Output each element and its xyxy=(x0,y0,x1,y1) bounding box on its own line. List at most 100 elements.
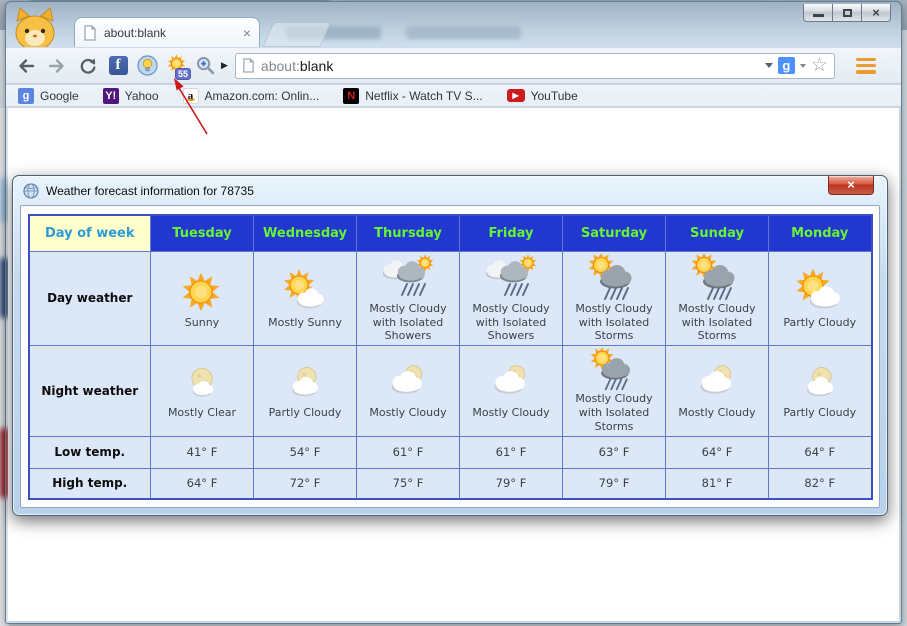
bookmark-label: Amazon.com: Onlin... xyxy=(205,89,320,103)
zoom-extension-button[interactable] xyxy=(194,55,216,77)
minimize-button[interactable] xyxy=(803,4,833,22)
forward-arrow-icon xyxy=(47,56,67,76)
high-temp-cell-sunday: 81° F xyxy=(666,468,769,499)
sunny-icon xyxy=(174,268,230,316)
dialog-body: Day of weekTuesdayWednesdayThursdayFrida… xyxy=(20,205,880,508)
night-weather-text: Mostly Clear xyxy=(153,406,251,420)
browser-toolbar: f 55 ▶ xyxy=(6,47,901,84)
mostly-cloudy-night-icon xyxy=(485,362,537,406)
tab-about-blank[interactable]: about:blank × xyxy=(74,17,260,47)
bookmark-google[interactable]: g Google xyxy=(18,88,79,104)
hamburger-bar xyxy=(856,58,876,62)
high-temp-cell-wednesday: 72° F xyxy=(254,468,357,499)
hamburger-bar xyxy=(856,64,876,68)
url-rest: blank xyxy=(300,58,333,74)
back-button[interactable] xyxy=(14,54,38,78)
day-header-monday: Monday xyxy=(769,215,872,251)
row-label-night-weather: Night weather xyxy=(29,345,151,436)
day-weather-text: Mostly Cloudy with Isolated Storms xyxy=(565,302,663,343)
day-weather-cell-friday: Mostly Cloudy with Isolated Showers xyxy=(460,251,563,345)
day-weather-text: Mostly Cloudy with Isolated Storms xyxy=(668,302,766,343)
dialog-title: Weather forecast information for 78735 xyxy=(46,184,254,198)
theme-cat-icon xyxy=(13,7,57,47)
day-weather-text: Mostly Cloudy with Isolated Showers xyxy=(359,302,457,343)
low-temp-cell-friday: 61° F xyxy=(460,436,563,468)
day-header-tuesday: Tuesday xyxy=(151,215,254,251)
night-weather-text: Mostly Cloudy xyxy=(668,406,766,420)
search-engine-dropdown-icon[interactable] xyxy=(800,64,806,68)
facebook-extension-button[interactable]: f xyxy=(107,55,129,77)
bookmark-label: Google xyxy=(40,89,79,103)
reload-icon xyxy=(78,56,98,76)
night-weather-text: Partly Cloudy xyxy=(771,406,869,420)
dialog-close-button[interactable]: × xyxy=(828,176,874,195)
forward-button[interactable] xyxy=(45,54,69,78)
new-tab-button[interactable] xyxy=(262,22,331,47)
hamburger-bar xyxy=(856,70,876,74)
tab-strip: about:blank × × xyxy=(6,2,901,47)
night-weather-cell-saturday: Mostly Cloudy with Isolated Storms xyxy=(563,345,666,436)
window-controls: × xyxy=(804,4,891,22)
dialog-titlebar[interactable]: Weather forecast information for 78735 xyxy=(13,176,887,205)
day-weather-text: Mostly Sunny xyxy=(256,316,354,330)
day-weather-cell-wednesday: Mostly Sunny xyxy=(254,251,357,345)
partly-cloudy-night-icon xyxy=(794,362,846,406)
yahoo-favicon-icon: Y! xyxy=(103,88,119,104)
night-weather-cell-friday: Mostly Cloudy xyxy=(460,345,563,436)
lightbulb-extension-button[interactable] xyxy=(136,55,158,77)
day-weather-cell-tuesday: Sunny xyxy=(151,251,254,345)
low-temp-cell-tuesday: 41° F xyxy=(151,436,254,468)
high-temp-cell-friday: 79° F xyxy=(460,468,563,499)
google-search-icon[interactable]: g xyxy=(778,57,795,74)
lightbulb-icon xyxy=(137,55,158,76)
day-weather-cell-thursday: Mostly Cloudy with Isolated Showers xyxy=(357,251,460,345)
high-temp-cell-tuesday: 64° F xyxy=(151,468,254,499)
temperature-badge: 55 xyxy=(175,68,191,80)
night-weather-cell-monday: Partly Cloudy xyxy=(769,345,872,436)
bookmark-yahoo[interactable]: Y!Yahoo xyxy=(103,88,159,104)
mostly-cloudy-night-icon xyxy=(382,362,434,406)
low-temp-cell-monday: 64° F xyxy=(769,436,872,468)
tab-close-icon[interactable]: × xyxy=(243,27,251,39)
night-weather-text: Mostly Cloudy xyxy=(462,406,560,420)
menu-hamburger-button[interactable] xyxy=(852,56,880,76)
page-icon xyxy=(242,58,255,73)
desktop-screen: about:blank × × xyxy=(0,0,907,626)
overflow-arrow-icon[interactable]: ▶ xyxy=(221,60,228,71)
day-header-saturday: Saturday xyxy=(563,215,666,251)
autofill-dropdown-icon[interactable] xyxy=(765,63,773,68)
url-scheme: about: xyxy=(261,58,300,74)
weather-extension-button[interactable]: 55 xyxy=(165,55,187,77)
address-bar[interactable]: about:blank g ☆ xyxy=(235,53,835,79)
page-icon xyxy=(83,25,97,41)
maximize-button[interactable] xyxy=(832,4,862,22)
showers-icon xyxy=(380,254,436,302)
amazon-favicon-icon: a xyxy=(183,88,199,104)
night-weather-text: Partly Cloudy xyxy=(256,406,354,420)
google-favicon-icon: g xyxy=(18,88,34,104)
low-temp-cell-wednesday: 54° F xyxy=(254,436,357,468)
url-text: about:blank xyxy=(261,58,333,74)
low-temp-cell-thursday: 61° F xyxy=(357,436,460,468)
storms-icon xyxy=(586,254,642,302)
mostly-cloudy-night-icon xyxy=(691,362,743,406)
globe-icon xyxy=(23,183,39,199)
bookmark-netflix[interactable]: NNetflix - Watch TV S... xyxy=(343,88,482,104)
mostly-sunny-icon xyxy=(277,268,333,316)
reload-button[interactable] xyxy=(76,54,100,78)
bookmark-amazon[interactable]: a Amazon.com: Onlin... xyxy=(183,88,320,104)
day-weather-cell-monday: Partly Cloudy xyxy=(769,251,872,345)
partly-cloudy-day-icon xyxy=(792,268,848,316)
high-temp-cell-saturday: 79° F xyxy=(563,468,666,499)
row-label-low-temp: Low temp. xyxy=(29,436,151,468)
day-header-thursday: Thursday xyxy=(357,215,460,251)
netflix-favicon-icon: N xyxy=(343,88,359,104)
close-button[interactable]: × xyxy=(861,4,891,22)
showers-icon xyxy=(483,254,539,302)
low-temp-cell-saturday: 63° F xyxy=(563,436,666,468)
bookmark-youtube[interactable]: ▶YouTube xyxy=(507,89,578,103)
day-header-friday: Friday xyxy=(460,215,563,251)
omnibox-right-controls: g ☆ xyxy=(765,57,828,75)
row-label-high-temp: High temp. xyxy=(29,468,151,499)
bookmark-star-icon[interactable]: ☆ xyxy=(811,57,828,75)
